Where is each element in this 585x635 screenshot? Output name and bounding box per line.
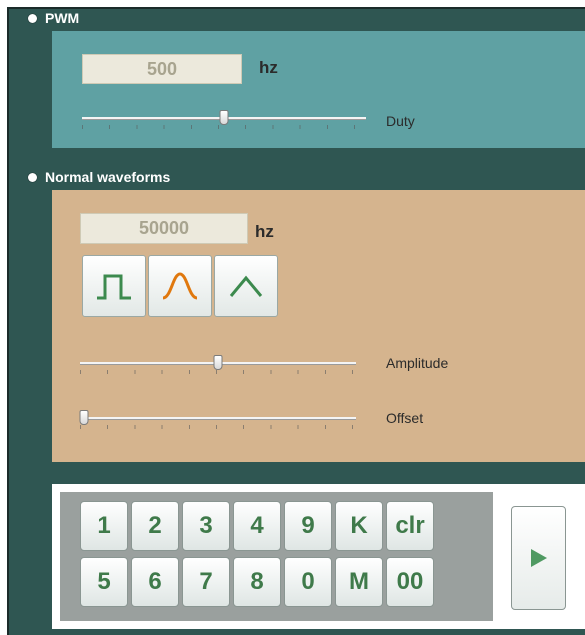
duty-slider-ticks xyxy=(82,125,366,129)
pwm-unit-label: hz xyxy=(259,58,278,77)
duty-label: Duty xyxy=(386,113,415,129)
key-3[interactable]: 3 xyxy=(182,501,230,551)
pwm-radio-dot[interactable] xyxy=(28,13,37,23)
keypad-row-1: 1 2 3 4 9 K clr xyxy=(80,501,493,551)
key-kilo[interactable]: K xyxy=(335,501,383,551)
amplitude-slider-thumb[interactable] xyxy=(213,355,223,370)
frame-border-top xyxy=(7,7,585,9)
offset-slider[interactable] xyxy=(79,410,356,432)
waveform-selector xyxy=(82,255,278,317)
offset-label: Offset xyxy=(386,410,424,426)
amplitude-slider-ticks xyxy=(80,370,356,374)
pwm-frequency-input[interactable]: 500 xyxy=(82,54,242,84)
key-mega[interactable]: M xyxy=(335,557,383,607)
duty-slider[interactable] xyxy=(82,110,366,132)
waveform-frequency-input[interactable]: 50000 xyxy=(80,213,248,244)
normal-waveforms-radio[interactable]: Normal waveforms xyxy=(28,169,170,185)
triangle-wave-button[interactable] xyxy=(214,255,278,317)
amplitude-slider[interactable] xyxy=(80,355,356,377)
key-8[interactable]: 8 xyxy=(233,557,281,607)
amplitude-label: Amplitude xyxy=(386,355,449,371)
normal-waveforms-title: Normal waveforms xyxy=(45,169,171,185)
key-clear[interactable]: clr xyxy=(386,501,434,551)
sine-wave-button[interactable] xyxy=(148,255,212,317)
key-1[interactable]: 1 xyxy=(80,501,128,551)
square-wave-button[interactable] xyxy=(82,255,146,317)
square-wave-icon xyxy=(97,274,131,300)
offset-slider-thumb[interactable] xyxy=(79,410,89,425)
triangle-wave-icon xyxy=(229,275,263,297)
key-5[interactable]: 5 xyxy=(80,557,128,607)
send-button[interactable] xyxy=(511,506,566,610)
key-7[interactable]: 7 xyxy=(182,557,230,607)
offset-slider-track xyxy=(80,417,356,419)
play-icon xyxy=(530,549,547,567)
duty-slider-thumb[interactable] xyxy=(219,110,229,125)
key-2[interactable]: 2 xyxy=(131,501,179,551)
keypad-row-2: 5 6 7 8 0 M 00 xyxy=(80,557,493,607)
frame-border-left xyxy=(7,7,9,635)
key-6[interactable]: 6 xyxy=(131,557,179,607)
key-0[interactable]: 0 xyxy=(284,557,332,607)
keypad: 1 2 3 4 9 K clr 5 6 7 8 0 M 00 xyxy=(60,492,493,621)
offset-slider-ticks xyxy=(80,425,356,429)
key-double-zero[interactable]: 00 xyxy=(386,557,434,607)
pwm-radio[interactable]: PWM xyxy=(28,10,79,26)
key-9[interactable]: 9 xyxy=(284,501,332,551)
pwm-title: PWM xyxy=(45,10,80,26)
key-4[interactable]: 4 xyxy=(233,501,281,551)
waveform-unit-label: hz xyxy=(255,222,274,241)
sine-wave-icon xyxy=(162,272,198,300)
normal-waveforms-radio-dot[interactable] xyxy=(28,172,37,182)
